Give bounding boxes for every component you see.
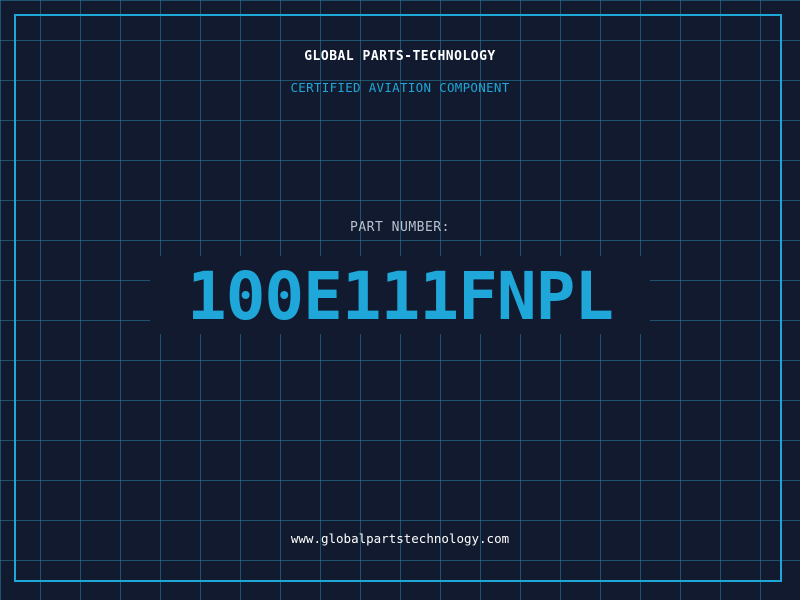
tagline: CERTIFIED AVIATION COMPONENT bbox=[290, 80, 510, 95]
part-number-label: PART NUMBER: bbox=[350, 220, 450, 235]
company-name: GLOBAL PARTS-TECHNOLOGY bbox=[304, 49, 496, 64]
website-url: www.globalpartstechnology.com bbox=[290, 531, 510, 546]
part-number-value: 100E111FNPL bbox=[186, 258, 614, 335]
label-card: GLOBAL PARTS-TECHNOLOGY CERTIFIED AVIATI… bbox=[0, 0, 800, 600]
